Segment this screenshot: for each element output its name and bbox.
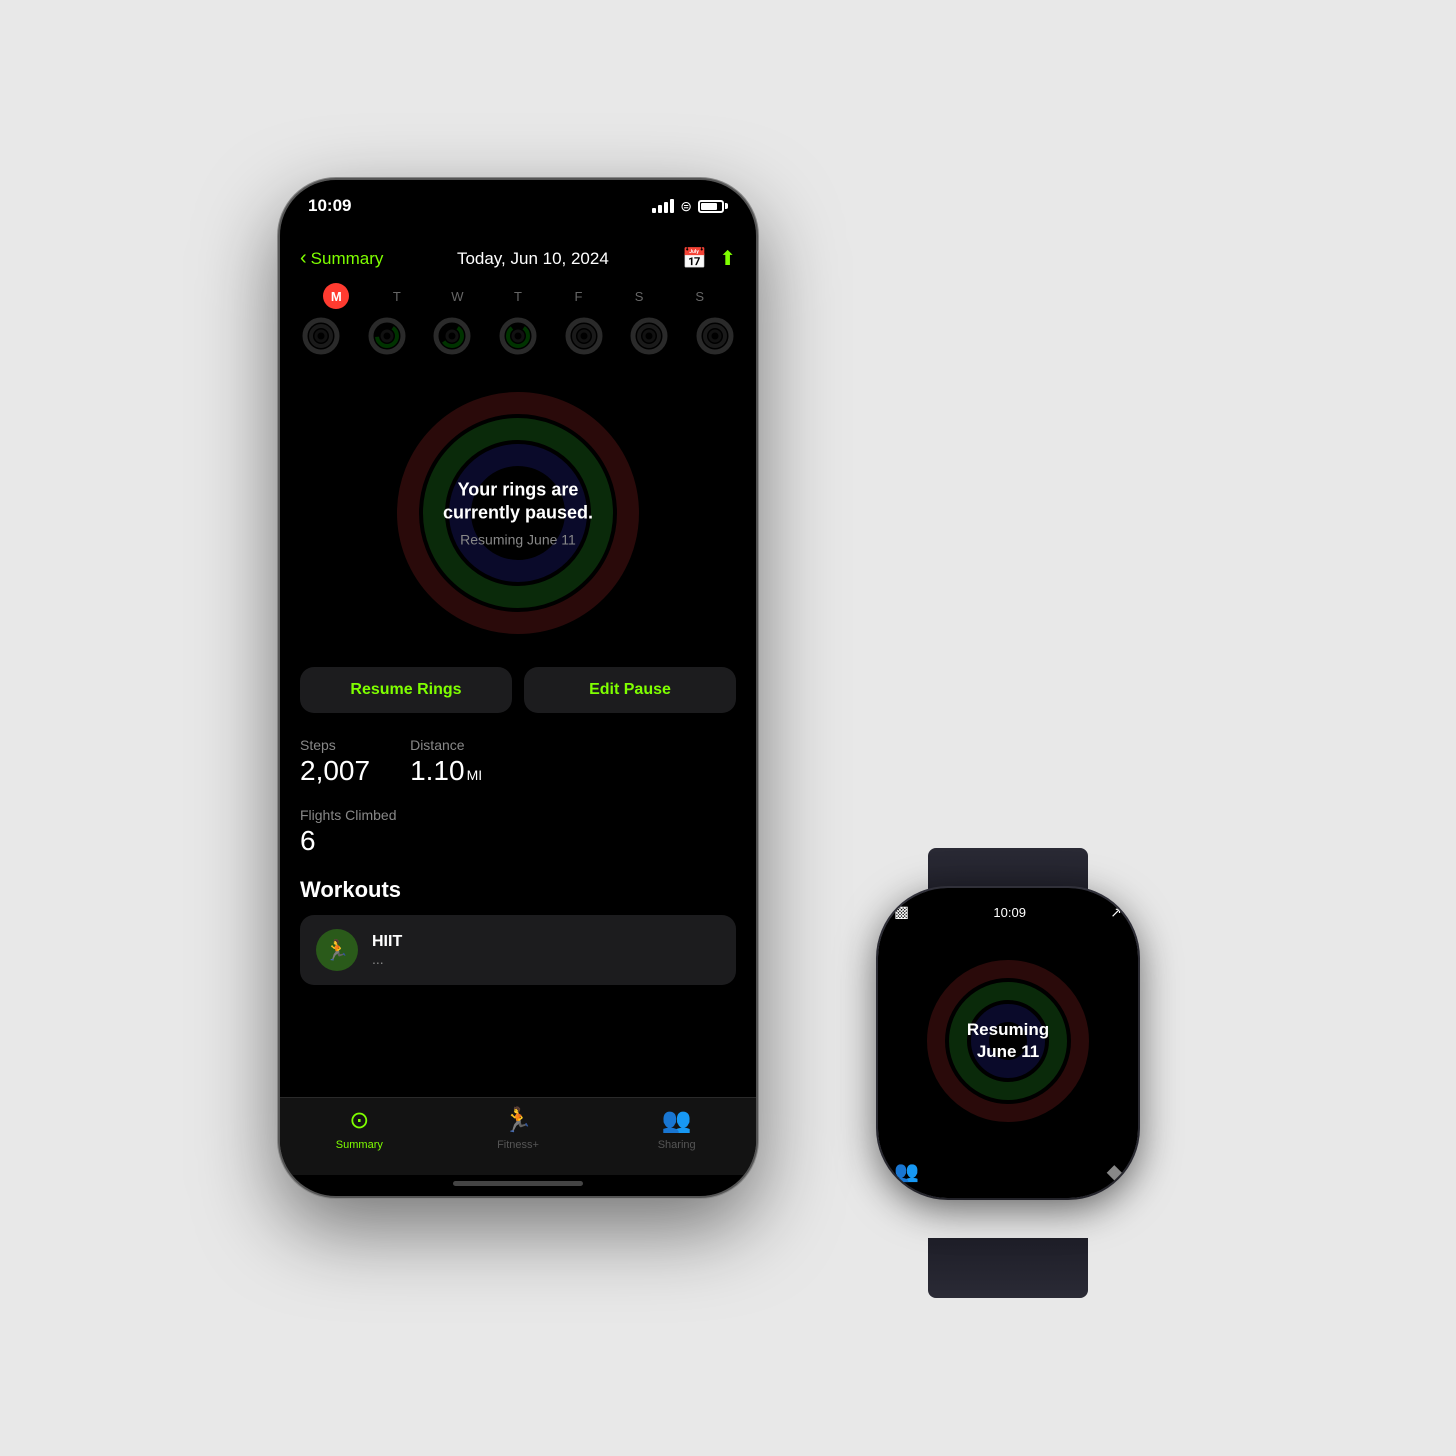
tab-sharing[interactable]: 👥 Sharing — [597, 1106, 756, 1151]
day-monday-label[interactable]: M — [323, 283, 349, 309]
day-strip: M T W T F S — [280, 279, 756, 367]
iphone-screen: ‹ Summary Today, Jun 10, 2024 📅 ⬆ M — [280, 236, 756, 1175]
flights-value: 6 — [300, 825, 736, 857]
distance-label: Distance — [410, 737, 482, 753]
mini-ring-monday[interactable] — [298, 313, 344, 359]
nav-title: Today, Jun 10, 2024 — [383, 249, 682, 269]
stats-section: Steps 2,007 Distance 1.10 MI Flights — [280, 737, 756, 877]
workout-icon: 🏃 — [316, 929, 358, 971]
workout-name: HIIT — [372, 933, 402, 951]
steps-value: 2,007 — [300, 755, 370, 787]
sharing-tab-label: Sharing — [658, 1139, 696, 1151]
day-wednesday-label: W — [436, 283, 478, 309]
mini-ring-tuesday[interactable] — [364, 313, 410, 359]
nav-back-label[interactable]: Summary — [311, 249, 384, 269]
iphone-device: 10:09 ⊜ — [278, 178, 758, 1198]
day-saturday-label: S — [618, 283, 660, 309]
ring-paused-subtitle: Resuming June 11 — [428, 531, 608, 547]
day-thursday-label: T — [497, 283, 539, 309]
watch-resuming-text: Resuming June 11 — [948, 1018, 1068, 1062]
watch-status-bar: ▩ 10:09 ↗ — [894, 902, 1122, 922]
resume-rings-button[interactable]: Resume Rings — [300, 667, 512, 713]
mini-ring-wednesday[interactable] — [429, 313, 475, 359]
dynamic-island — [458, 192, 578, 226]
wifi-icon: ⊜ — [680, 198, 692, 215]
tab-fitness-plus[interactable]: 🏃 Fitness+ — [439, 1106, 598, 1151]
watch-activity-ring: Resuming June 11 — [923, 956, 1093, 1126]
ring-paused-title: Your rings are currently paused. — [428, 479, 608, 526]
day-rings-row — [294, 313, 742, 359]
workout-info: HIIT ... — [372, 933, 402, 967]
watch-time: 10:09 — [993, 905, 1026, 920]
battery-icon — [698, 200, 728, 213]
day-monday[interactable]: M — [315, 283, 357, 309]
flights-label: Flights Climbed — [300, 807, 736, 823]
day-sunday-label: S — [679, 283, 721, 309]
activity-ring-main: Your rings are currently paused. Resumin… — [388, 383, 648, 643]
apple-watch-device: ▩ 10:09 ↗ — [838, 868, 1178, 1278]
watch-trend-icon[interactable]: ↗ — [1110, 904, 1122, 921]
steps-distance-row: Steps 2,007 Distance 1.10 MI — [300, 737, 736, 787]
ring-paused-overlay: Your rings are currently paused. Resumin… — [428, 479, 608, 548]
workouts-section: Workouts 🏃 HIIT ... — [280, 877, 756, 985]
iphone-top-bezel: 10:09 ⊜ — [280, 180, 756, 236]
edit-pause-button[interactable]: Edit Pause — [524, 667, 736, 713]
home-indicator — [280, 1175, 756, 1196]
mini-ring-thursday[interactable] — [495, 313, 541, 359]
watch-band-bottom — [928, 1238, 1088, 1298]
mini-ring-sunday[interactable] — [692, 313, 738, 359]
day-wednesday[interactable]: W — [436, 283, 478, 309]
flights-section: Flights Climbed 6 — [300, 807, 736, 857]
share-icon[interactable]: ⬆ — [719, 246, 736, 271]
signal-icon — [652, 199, 674, 213]
mini-ring-friday[interactable] — [561, 313, 607, 359]
status-time: 10:09 — [308, 196, 351, 216]
distance-value: 1.10 — [410, 755, 465, 787]
steps-label: Steps — [300, 737, 370, 753]
watch-shield-icon[interactable]: ◆ — [1107, 1159, 1122, 1184]
nav-left[interactable]: ‹ Summary — [300, 247, 383, 270]
watch-ring-text: Resuming June 11 — [948, 1018, 1068, 1062]
action-buttons: Resume Rings Edit Pause — [280, 667, 756, 713]
distance-unit: MI — [467, 767, 483, 783]
main-content-area: Your rings are currently paused. Resumin… — [280, 367, 756, 1097]
mini-ring-saturday[interactable] — [626, 313, 672, 359]
workouts-title: Workouts — [300, 877, 736, 903]
watch-bottom-icons: 👥 ◆ — [894, 1159, 1122, 1184]
workout-card-hiit[interactable]: 🏃 HIIT ... — [300, 915, 736, 985]
calendar-icon[interactable]: 📅 — [682, 246, 707, 271]
nav-bar: ‹ Summary Today, Jun 10, 2024 📅 ⬆ — [280, 236, 756, 279]
day-friday-label: F — [558, 283, 600, 309]
fitness-plus-tab-label: Fitness+ — [497, 1139, 539, 1151]
tab-summary[interactable]: ⊙ Summary — [280, 1106, 439, 1151]
day-sunday[interactable]: S — [679, 283, 721, 309]
day-thursday[interactable]: T — [497, 283, 539, 309]
watch-ring-area: Resuming June 11 — [894, 930, 1122, 1151]
watch-screen: ▩ 10:09 ↗ — [878, 888, 1138, 1198]
watch-body: ▩ 10:09 ↗ — [878, 888, 1138, 1198]
scene: 10:09 ⊜ — [278, 178, 1178, 1278]
summary-tab-icon: ⊙ — [349, 1106, 369, 1135]
tab-bar: ⊙ Summary 🏃 Fitness+ 👥 Sharing — [280, 1097, 756, 1175]
day-friday[interactable]: F — [558, 283, 600, 309]
distance-stat: Distance 1.10 MI — [410, 737, 482, 787]
sharing-tab-icon: 👥 — [662, 1106, 692, 1135]
day-tuesday[interactable]: T — [376, 283, 418, 309]
status-icons: ⊜ — [652, 198, 728, 215]
home-bar — [453, 1181, 583, 1186]
steps-stat: Steps 2,007 — [300, 737, 370, 787]
watch-bar-chart-icon[interactable]: ▩ — [894, 902, 909, 922]
day-tuesday-label: T — [376, 283, 418, 309]
nav-right: 📅 ⬆ — [682, 246, 736, 271]
day-labels-row: M T W T F S — [294, 283, 742, 309]
day-saturday[interactable]: S — [618, 283, 660, 309]
watch-people-icon[interactable]: 👥 — [894, 1159, 919, 1184]
back-arrow-icon[interactable]: ‹ — [300, 247, 307, 270]
summary-tab-label: Summary — [336, 1139, 383, 1151]
workout-detail: ... — [372, 951, 402, 967]
fitness-plus-tab-icon: 🏃 — [503, 1106, 533, 1135]
